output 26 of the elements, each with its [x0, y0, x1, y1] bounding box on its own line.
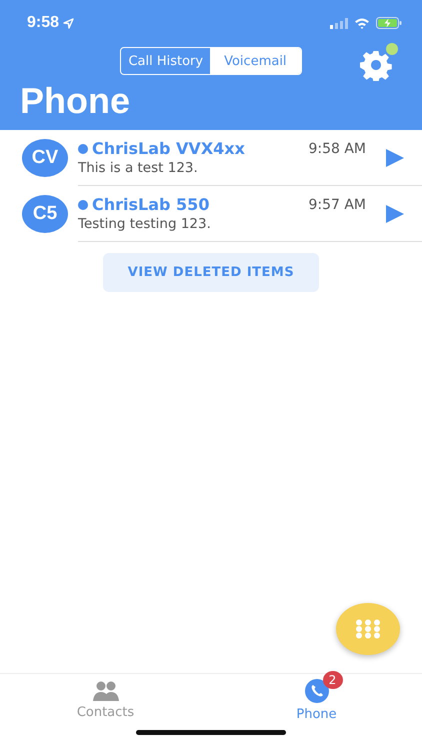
caller-name: ChrisLab VVX4xx [92, 139, 246, 158]
battery-charging-icon [376, 17, 402, 29]
segment-tab[interactable]: Voicemail [210, 48, 301, 74]
voicemail-transcript: This is a test 123. [78, 160, 199, 176]
voicemail-transcript: Testing testing 123. [78, 216, 212, 232]
count-badge: 2 [322, 670, 342, 688]
contacts-icon [92, 680, 120, 700]
play-icon[interactable] [386, 204, 404, 222]
voicemail-time: 9:58 AM [308, 140, 366, 156]
page-title: Phone [19, 79, 132, 121]
status-time: 9:58 [27, 14, 60, 32]
voicemail-time: 9:57 AM [308, 196, 366, 212]
location-arrow-icon [63, 18, 74, 28]
view-deleted-items-button[interactable]: VIEW DELETED ITEMS [103, 253, 319, 292]
signal-icon [330, 18, 348, 28]
wifi-icon [354, 17, 370, 29]
play-icon[interactable] [386, 148, 404, 166]
caller-name: ChrisLab 550 [92, 195, 210, 214]
phone-icon [304, 678, 328, 702]
tab-bar-item[interactable]: Contacts [0, 674, 211, 726]
avatar-initials: CV [22, 139, 68, 177]
settings-icon [360, 49, 392, 81]
dialpad-icon [355, 619, 381, 639]
segment-tab[interactable]: Call History [121, 48, 210, 74]
settings-button[interactable] [358, 43, 398, 79]
avatar-initials: C5 [22, 195, 68, 233]
